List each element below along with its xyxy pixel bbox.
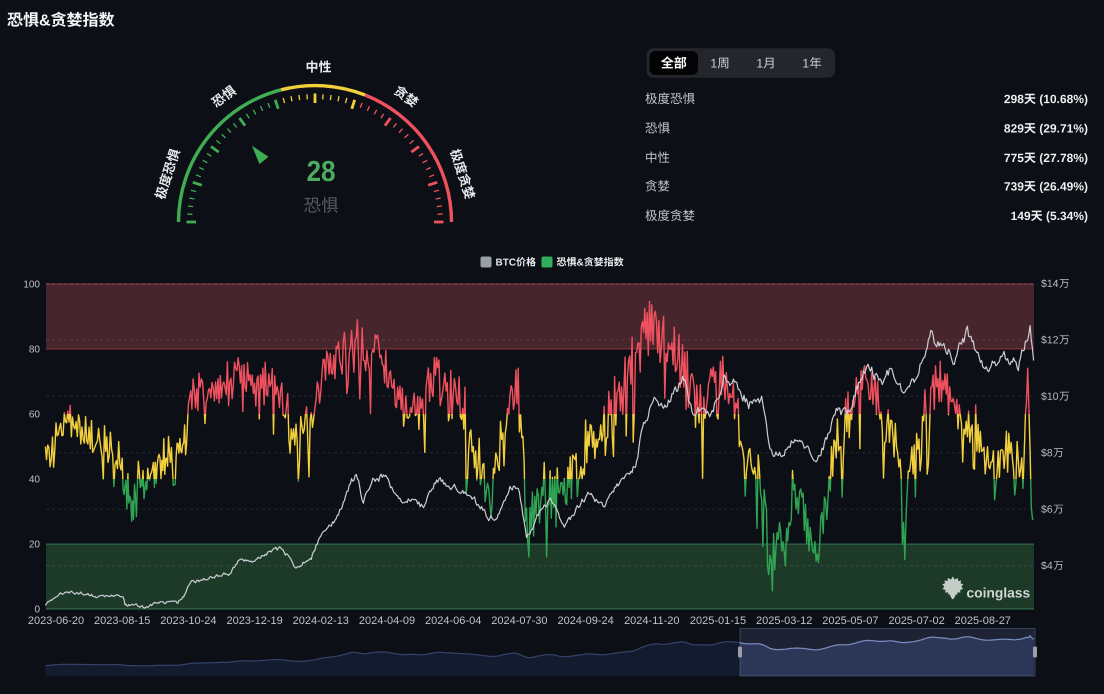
svg-text:2023-10-24: 2023-10-24 xyxy=(160,615,216,627)
svg-text:80: 80 xyxy=(29,345,41,356)
svg-text:2024-09-24: 2024-09-24 xyxy=(557,615,613,627)
svg-text:2024-06-04: 2024-06-04 xyxy=(425,615,481,627)
svg-text:2023-06-20: 2023-06-20 xyxy=(28,615,84,627)
svg-text:2025-07-02: 2025-07-02 xyxy=(888,615,944,627)
svg-text:2025-08-27: 2025-08-27 xyxy=(955,615,1011,627)
svg-text:0: 0 xyxy=(34,605,40,616)
svg-text:60: 60 xyxy=(29,410,41,421)
svg-text:2025-01-15: 2025-01-15 xyxy=(690,615,746,627)
svg-text:2024-07-30: 2024-07-30 xyxy=(491,615,547,627)
svg-text:2024-02-13: 2024-02-13 xyxy=(293,615,349,627)
svg-text:2023-12-19: 2023-12-19 xyxy=(226,615,282,627)
svg-text:2025-03-12: 2025-03-12 xyxy=(756,615,812,627)
svg-text:2024-11-20: 2024-11-20 xyxy=(624,615,679,627)
svg-text:100: 100 xyxy=(23,280,40,291)
svg-text:40: 40 xyxy=(29,475,41,486)
svg-text:2025-05-07: 2025-05-07 xyxy=(822,615,878,627)
svg-text:20: 20 xyxy=(29,540,41,551)
svg-text:2024-04-09: 2024-04-09 xyxy=(359,615,415,627)
svg-text:2023-08-15: 2023-08-15 xyxy=(94,615,150,627)
